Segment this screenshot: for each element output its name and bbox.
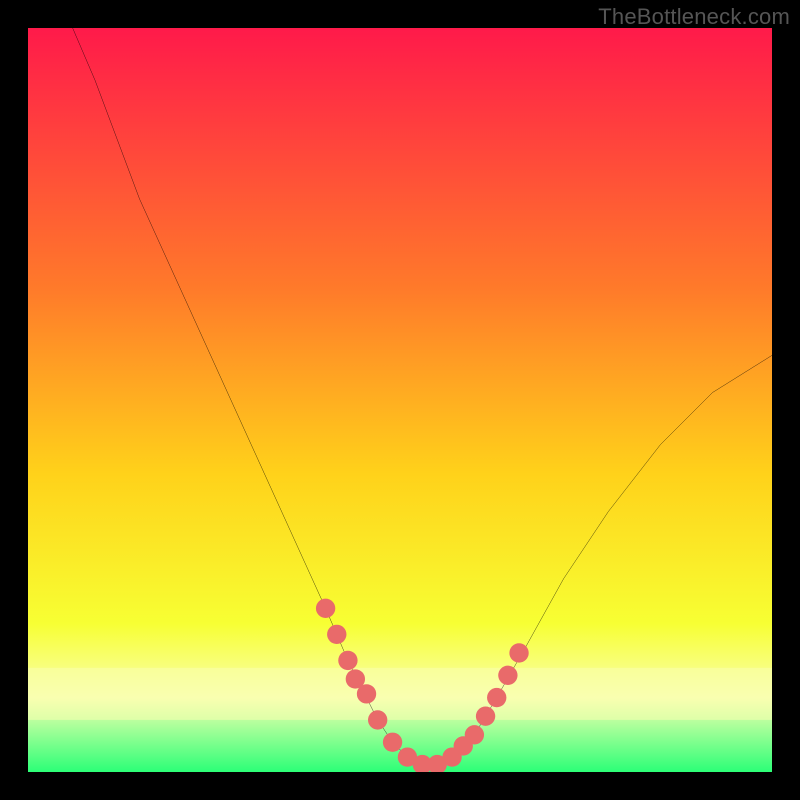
- watermark-text: TheBottleneck.com: [598, 4, 790, 30]
- highlight-dot: [465, 725, 484, 744]
- highlight-dot: [383, 733, 402, 752]
- chart-svg: [28, 28, 772, 772]
- highlight-dot: [368, 710, 387, 729]
- highlight-dot: [338, 651, 357, 670]
- highlight-dot: [498, 666, 517, 685]
- light-band: [28, 668, 772, 720]
- plot-area: [28, 28, 772, 772]
- gradient-background: [28, 28, 772, 772]
- highlight-dot: [327, 625, 346, 644]
- chart-frame: TheBottleneck.com: [0, 0, 800, 800]
- highlight-dot: [509, 643, 528, 662]
- highlight-dot: [357, 684, 376, 703]
- highlight-dot: [316, 599, 335, 618]
- highlight-dot: [487, 688, 506, 707]
- highlight-dot: [476, 707, 495, 726]
